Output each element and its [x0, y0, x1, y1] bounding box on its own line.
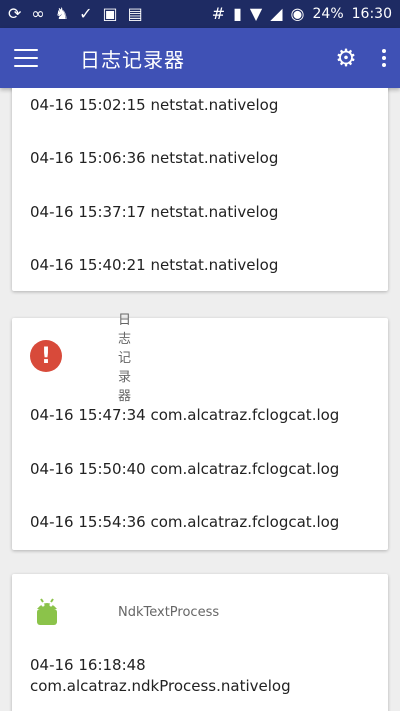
warning-icon: !	[30, 340, 62, 372]
battery-percent: 24%	[312, 6, 344, 22]
signal-icon: ◢	[270, 4, 283, 23]
log-list[interactable]: 04-16 15:02:15 netstat.nativelog 04-16 1…	[0, 88, 400, 711]
status-left-icons: ⟳ ∞ ♞ ✓ ▣ ▤	[8, 6, 143, 22]
check-icon: ✓	[79, 4, 93, 23]
card-header: NdkTextProcess	[30, 594, 219, 630]
wifi-icon: ▼	[249, 4, 263, 23]
log-card-fclogcat: ! 日志记录器 04-16 15:47:34 com.alcatraz.fclo…	[12, 313, 388, 550]
log-card-netstat: 04-16 15:02:15 netstat.nativelog 04-16 1…	[12, 88, 388, 291]
sync-icon: ⟳	[8, 4, 22, 23]
app-actions: ⚙	[334, 44, 386, 72]
file-icon: ▤	[127, 4, 143, 23]
list-item[interactable]: 04-16 15:02:15 netstat.nativelog	[30, 96, 278, 114]
page-title: 日志记录器	[80, 47, 185, 72]
status-right-icons: # ▮ ▼ ◢ ◉ 24% 16:30	[211, 4, 392, 23]
hash-icon: #	[211, 4, 226, 23]
status-bar: ⟳ ∞ ♞ ✓ ▣ ▤ # ▮ ▼ ◢ ◉ 24% 16:30	[0, 0, 400, 28]
gear-icon[interactable]: ⚙	[334, 44, 358, 72]
list-item[interactable]: com.alcatraz.ndkProcess.nativelog	[30, 677, 291, 695]
list-item[interactable]: 04-16 15:06:36 netstat.nativelog	[30, 149, 278, 167]
battery-saver-icon: ◉	[290, 4, 305, 23]
list-item[interactable]: 04-16 15:37:17 netstat.nativelog	[30, 203, 278, 221]
avatar-icon: ♞	[54, 4, 70, 23]
card-header: ! 日志记录器	[30, 313, 131, 404]
infinity-icon: ∞	[31, 4, 45, 23]
list-item[interactable]: 04-16 15:50:40 com.alcatraz.fclogcat.log	[30, 460, 339, 478]
card-header-title: 日志记录器	[118, 312, 132, 404]
clock: 16:30	[351, 6, 392, 22]
vibrate-icon: ▮	[233, 4, 242, 23]
more-icon[interactable]	[382, 49, 386, 67]
hamburger-icon[interactable]	[14, 49, 38, 67]
card-header-title: NdkTextProcess	[118, 604, 220, 620]
list-item[interactable]: 04-16 15:40:21 netstat.nativelog	[30, 256, 278, 274]
log-card-ndk: NdkTextProcess 04-16 16:18:48 com.alcatr…	[12, 574, 388, 711]
app-bar: 日志记录器 ⚙	[0, 28, 400, 88]
list-item[interactable]: 04-16 16:18:48	[30, 656, 146, 674]
list-item[interactable]: 04-16 15:54:36 com.alcatraz.fclogcat.log	[30, 513, 339, 531]
android-icon	[37, 598, 57, 625]
image-icon: ▣	[102, 4, 118, 23]
list-item[interactable]: 04-16 15:47:34 com.alcatraz.fclogcat.log	[30, 406, 339, 424]
